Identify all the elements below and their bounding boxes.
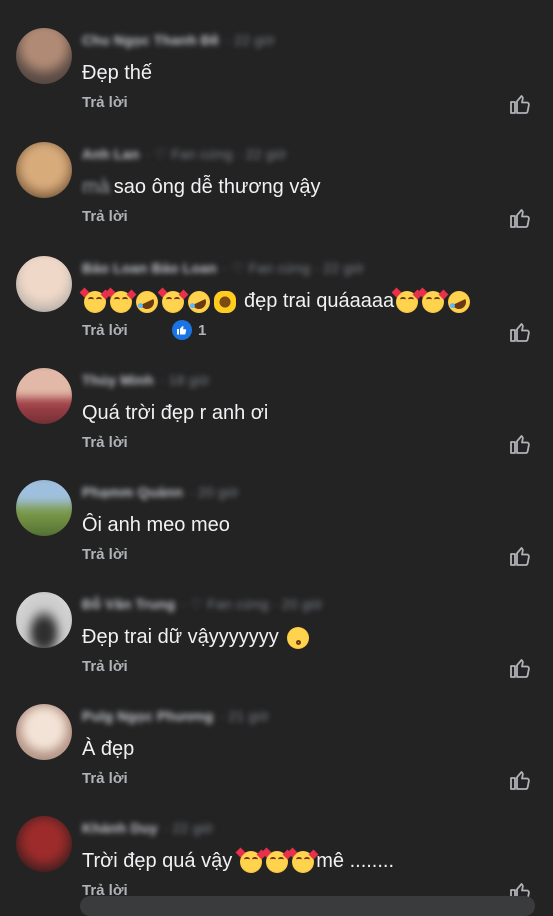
reply-button[interactable]: Trả lời xyxy=(82,546,128,563)
smiling-face-with-hearts-icon xyxy=(287,847,319,873)
comment-author[interactable]: Bảo Loan Bảo Loan · ♡ Fan cứng · 22 giờ xyxy=(82,260,364,277)
thumbs-up-outline-icon[interactable] xyxy=(508,92,532,116)
smiling-face-with-hearts-icon xyxy=(235,847,267,873)
mention-tag[interactable]: mà xyxy=(82,176,110,199)
avatar[interactable] xyxy=(16,142,72,198)
reply-button[interactable]: Trả lời xyxy=(82,434,128,451)
reply-button[interactable]: Trả lời xyxy=(82,208,128,225)
comment-text: Trời đẹp quá vậy mê ........ xyxy=(82,847,394,873)
comment-author[interactable]: Chu Ngọc Thanh Đề · 22 giờ xyxy=(82,32,275,48)
comment-author[interactable]: Thúy Minh · 18 giờ xyxy=(82,372,210,388)
avatar[interactable] xyxy=(16,592,72,648)
avatar[interactable] xyxy=(16,704,72,760)
avatar[interactable] xyxy=(16,816,72,872)
reaction-count: 1 xyxy=(198,321,207,339)
smiling-face-with-hearts-icon xyxy=(417,287,449,313)
reply-button[interactable]: Trả lời xyxy=(82,94,128,111)
smiling-face-with-hearts-icon xyxy=(79,287,111,313)
reaction-summary[interactable]: 1 xyxy=(172,320,206,340)
comment-text: Đẹp thế xyxy=(82,62,153,84)
avatar[interactable] xyxy=(16,256,72,312)
like-reaction-icon xyxy=(172,320,192,340)
rofl-emoji-icon xyxy=(444,286,474,317)
comment-author[interactable]: Đỗ Văn Trung · ♡ Fan cứng · 20 giờ xyxy=(82,596,323,613)
avatar[interactable] xyxy=(16,480,72,536)
comment-text: Quá trời đẹp r anh ơi xyxy=(82,402,269,424)
comment-text: Ôi anh meo meo xyxy=(82,514,230,536)
smiling-face-with-hearts-icon xyxy=(105,287,137,313)
comment-author[interactable]: Anh Lan · ♡ Fan cứng · 22 giờ xyxy=(82,146,287,163)
comment-text: đẹp trai quáaaaa xyxy=(79,286,474,317)
sunflower-icon xyxy=(214,290,236,313)
comment-text: À đẹp xyxy=(82,738,135,760)
comment-author[interactable]: Phạmm Quảnn · 20 giờ xyxy=(82,484,239,500)
comment-text: mà sao ông dễ thương vậy xyxy=(82,176,321,199)
smiling-face-with-hearts-icon xyxy=(391,287,423,313)
comment-list: Chu Ngọc Thanh Đề · 22 giờ Đẹp thế Trả lờ… xyxy=(0,0,553,916)
rofl-emoji-icon xyxy=(184,286,214,317)
reply-button[interactable]: Trả lời xyxy=(82,770,128,787)
thumbs-up-outline-icon[interactable] xyxy=(508,544,532,568)
thumbs-up-outline-icon[interactable] xyxy=(508,656,532,680)
avatar[interactable] xyxy=(16,368,72,424)
comment-author[interactable]: Khánh Duy · 22 giờ xyxy=(82,820,213,836)
thumbs-up-outline-icon[interactable] xyxy=(508,768,532,792)
reply-button[interactable]: Trả lời xyxy=(82,658,128,675)
comment-input-bar[interactable] xyxy=(80,896,535,916)
thumbs-up-outline-icon[interactable] xyxy=(508,320,532,344)
comment-text: Đẹp trai dữ vậyyyyyyy xyxy=(82,626,311,649)
reply-button[interactable]: Trả lời xyxy=(82,322,128,339)
thumbs-up-outline-icon[interactable] xyxy=(508,432,532,456)
avatar[interactable] xyxy=(16,28,72,84)
comment-author[interactable]: Pulg Ngọc Phương · 21 giờ xyxy=(82,708,269,724)
smiling-face-with-hearts-icon xyxy=(157,287,189,313)
thumbs-up-outline-icon[interactable] xyxy=(508,206,532,230)
kissing-face-icon xyxy=(286,626,309,649)
smiling-face-with-hearts-icon xyxy=(261,847,293,873)
